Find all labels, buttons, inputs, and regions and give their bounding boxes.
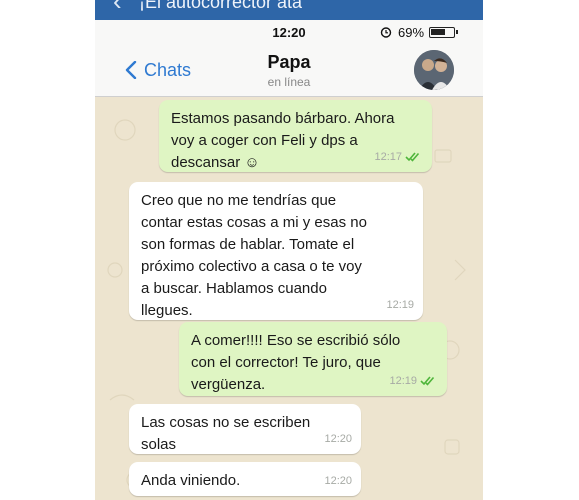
banner-back-icon[interactable]: ‹ [113,0,122,17]
message-line: Anda viniendo. [141,472,241,489]
alarm-icon [380,27,392,38]
message-line: solas [141,436,177,453]
banner-title: ¡El autocorrector ata [139,0,303,12]
message-meta: 12:20 [324,428,352,450]
battery-percent: 69% [398,25,425,40]
message-line: llegues. [141,302,193,319]
message-line: Estamos pasando bárbaro. Ahora [171,110,395,127]
message-time: 12:20 [324,433,352,445]
message-line: son formas de hablar. Tomate el [141,236,355,253]
message-meta: 12:17 [374,146,423,168]
message-bubble-incoming[interactable]: Las cosas no se escriben solas 12:20 [129,404,361,454]
message-meta: 12:20 [324,470,352,492]
message-bubble-incoming[interactable]: Anda viniendo. 12:20 [129,462,361,496]
chat-header: Chats Papa en línea [95,44,483,97]
message-time: 12:17 [374,151,402,163]
phone-screen: 12:20 69% Chats Papa en línea Estamos pa… [95,20,483,500]
avatar-photo-icon [414,50,454,90]
message-line: contar estas cosas a mi y esas no [141,214,367,231]
message-time: 12:19 [386,299,414,311]
status-bar: 12:20 69% [95,20,483,44]
message-bubble-outgoing[interactable]: A comer!!!! Eso se escribió sólo con el … [179,322,447,396]
status-time: 12:20 [272,25,306,40]
battery-icon [429,27,458,38]
read-receipt-icon [420,376,435,386]
message-bubble-incoming[interactable]: Creo que no me tendrías que contar estas… [129,182,423,320]
read-receipt-icon [405,152,420,162]
message-time: 12:20 [324,475,352,487]
message-line: próximo colectivo a casa o te voy [141,258,362,275]
message-line: Creo que no me tendrías que [141,192,337,209]
top-banner: ‹ ¡El autocorrector ata [95,0,483,20]
contact-avatar[interactable] [414,50,454,90]
message-line: a buscar. Hablamos cuando [141,280,327,297]
message-meta: 12:19 [389,370,438,392]
message-line: A comer!!!! Eso se escribió sólo [191,332,401,349]
message-bubble-outgoing[interactable]: Estamos pasando bárbaro. Ahora voy a cog… [159,100,432,172]
message-time: 12:19 [389,375,417,387]
message-line: Las cosas no se escriben [141,414,311,431]
message-meta: 12:19 [386,294,414,316]
